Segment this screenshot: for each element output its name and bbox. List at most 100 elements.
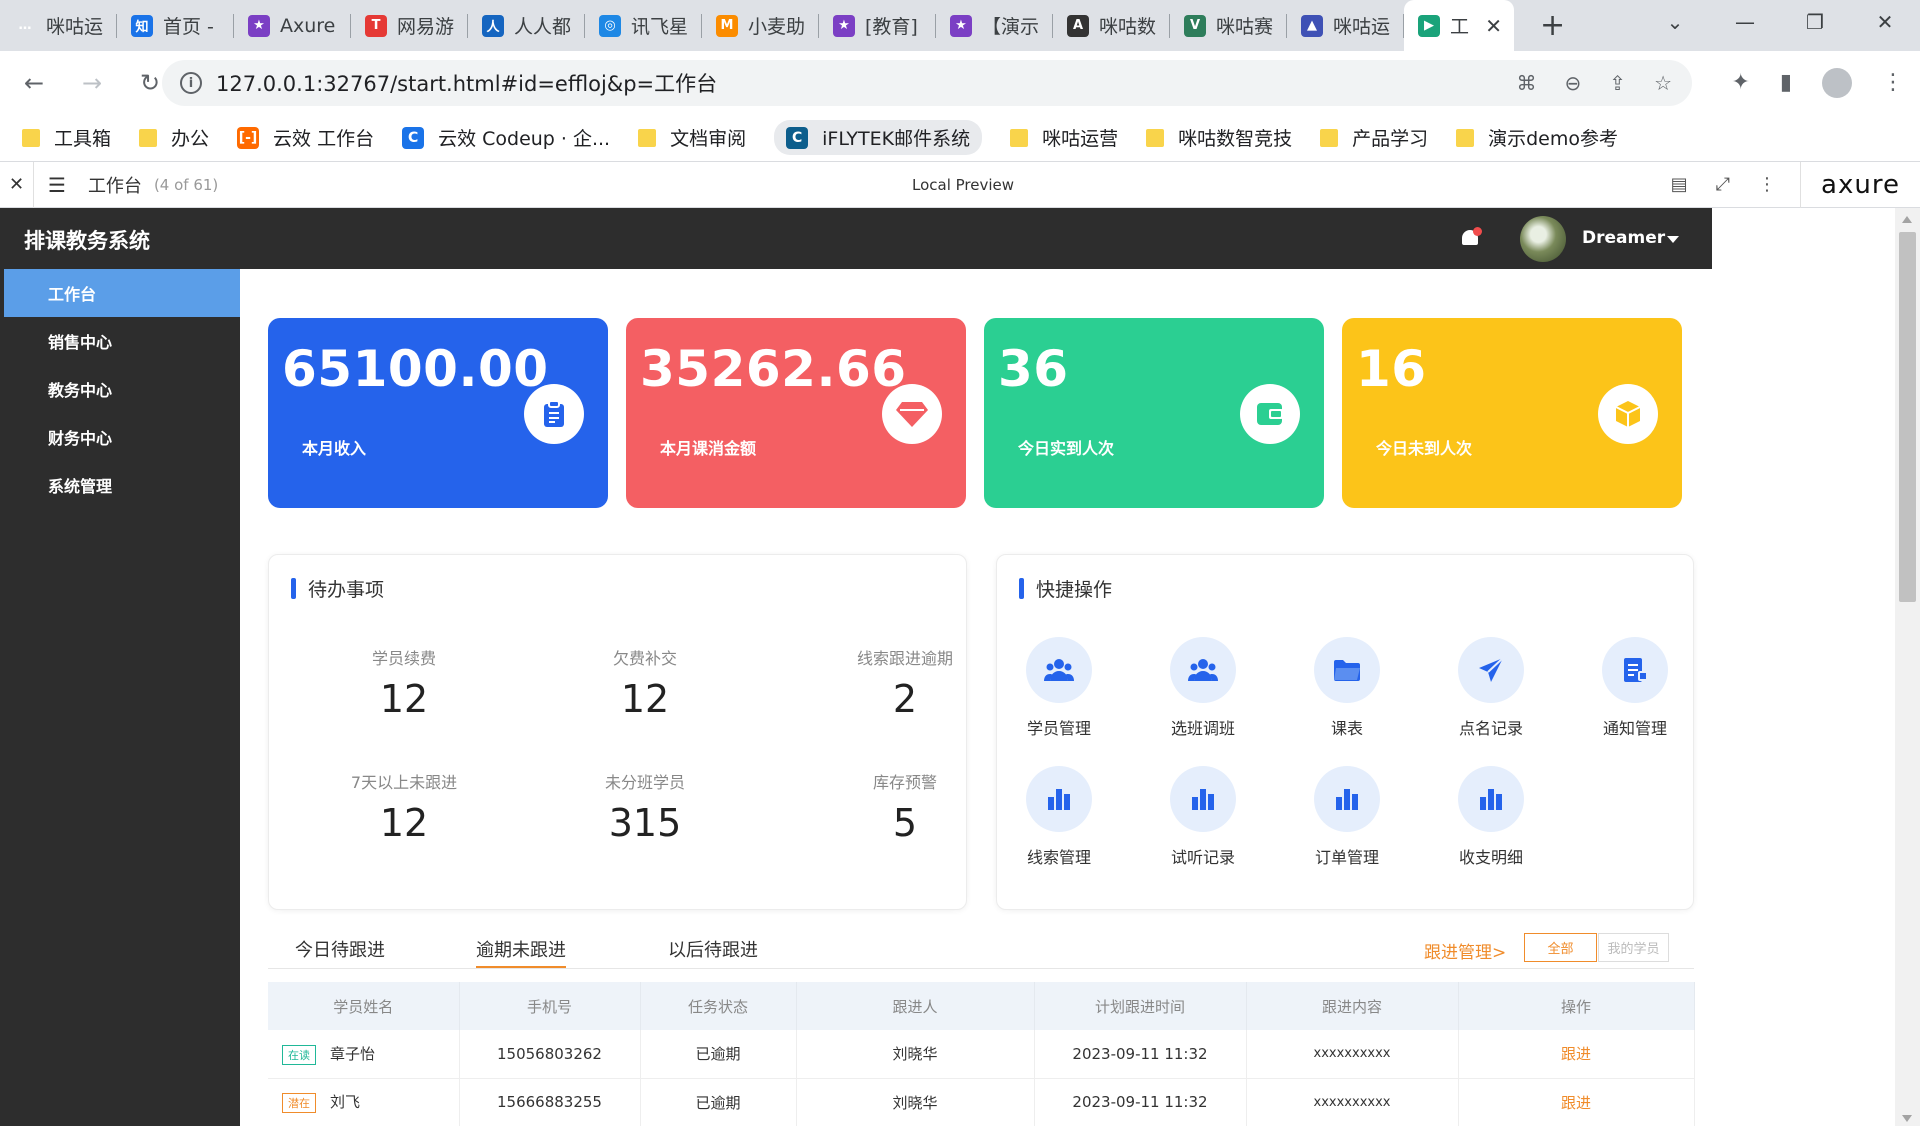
browser-tab[interactable]: V 咪咕赛 bbox=[1170, 0, 1287, 51]
browser-tab[interactable]: ▲ 咪咕运 bbox=[1287, 0, 1404, 51]
todo-panel-title: 待办事项 bbox=[291, 575, 384, 602]
axure-page-name: 工作台 bbox=[87, 175, 142, 197]
profile-avatar[interactable] bbox=[1822, 67, 1852, 98]
bookmark-item[interactable]: CiFLYTEK邮件系统 bbox=[774, 120, 983, 155]
filter-mine-button[interactable]: 我的学员 bbox=[1598, 933, 1669, 962]
bookmark-item[interactable]: [-] 云效 工作台 bbox=[237, 124, 374, 151]
side-panel-icon[interactable]: ▮ bbox=[1780, 70, 1792, 95]
browser-tab[interactable]: … 咪咕运 bbox=[0, 0, 117, 51]
bookmark-star-icon[interactable]: ☆ bbox=[1654, 71, 1672, 95]
todo-item[interactable]: 未分班学员 315 bbox=[545, 769, 745, 845]
back-icon[interactable]: ← bbox=[10, 69, 58, 97]
follower-cell: 刘晓华 bbox=[796, 1030, 1035, 1079]
address-bar[interactable]: i 127.0.0.1:32767/start.html#id=effloj&p… bbox=[162, 60, 1692, 106]
close-sitemap-icon[interactable]: ✕ bbox=[0, 161, 34, 208]
extensions-icon[interactable]: ✦ bbox=[1731, 70, 1749, 95]
quick-action[interactable]: 试听记录 bbox=[1148, 766, 1258, 868]
scroll-up-icon[interactable] bbox=[1902, 216, 1912, 223]
follow-action-link[interactable]: 跟进 bbox=[1561, 1094, 1591, 1112]
close-tab-icon[interactable]: ✕ bbox=[1485, 14, 1502, 38]
browser-tab-title: 小麦助 bbox=[748, 16, 806, 38]
follow-manage-link[interactable]: 跟进管理> bbox=[1424, 938, 1506, 963]
chevron-down-icon[interactable] bbox=[1667, 236, 1679, 243]
more-options-icon[interactable]: ⋮ bbox=[1758, 174, 1776, 195]
local-preview-label: Local Preview bbox=[912, 175, 1015, 194]
filter-all-button[interactable]: 全部 bbox=[1524, 933, 1597, 962]
bookmark-item[interactable]: 产品学习 bbox=[1320, 124, 1428, 151]
minimize-icon[interactable]: — bbox=[1710, 10, 1780, 34]
browser-tab[interactable]: M 小麦助 bbox=[702, 0, 819, 51]
quick-action[interactable]: 点名记录 bbox=[1436, 637, 1546, 739]
phone-cell: 15056803262 bbox=[459, 1030, 641, 1079]
todo-item-value: 5 bbox=[892, 801, 918, 845]
new-tab-button[interactable]: + bbox=[1540, 8, 1565, 43]
translate-icon[interactable]: ⌘ bbox=[1517, 71, 1537, 95]
tab-favicon-icon: 知 bbox=[131, 14, 153, 37]
sidebar-item[interactable]: 财务中心 bbox=[0, 413, 240, 461]
stat-card[interactable]: 35262.66 本月课消金额 bbox=[626, 318, 966, 508]
browser-tab[interactable]: ▶ 工 ✕ bbox=[1404, 0, 1514, 51]
quick-action[interactable]: 学员管理 bbox=[1004, 637, 1114, 739]
notes-icon[interactable]: ▤ bbox=[1671, 174, 1688, 195]
quick-action[interactable]: 选班调班 bbox=[1148, 637, 1258, 739]
page-scrollbar[interactable] bbox=[1895, 208, 1920, 1126]
sidebar-item[interactable]: 教务中心 bbox=[0, 365, 240, 413]
site-info-icon[interactable]: i bbox=[180, 72, 202, 94]
sidebar-item[interactable]: 工作台 bbox=[4, 269, 240, 317]
todo-item-label: 线索跟进逾期 bbox=[856, 649, 953, 668]
sidebar-item[interactable]: 系统管理 bbox=[0, 461, 240, 509]
todo-item[interactable]: 欠费补交 12 bbox=[545, 645, 745, 721]
share-icon[interactable]: ⇪ bbox=[1609, 71, 1626, 95]
inspect-icon[interactable]: ⤢ bbox=[1716, 174, 1730, 195]
browser-tab[interactable]: ★ Axure bbox=[234, 0, 351, 51]
quick-action[interactable]: 收支明细 bbox=[1436, 766, 1546, 868]
todo-item[interactable]: 库存预警 5 bbox=[805, 769, 1005, 845]
bookmark-item[interactable]: 咪咕数智竞技 bbox=[1146, 124, 1292, 151]
follow-action-link[interactable]: 跟进 bbox=[1561, 1045, 1591, 1063]
restore-icon[interactable]: ❐ bbox=[1780, 10, 1850, 34]
quick-action[interactable]: 通知管理 bbox=[1580, 637, 1690, 739]
stat-card[interactable]: 65100.00 本月收入 bbox=[268, 318, 608, 508]
tab-favicon-icon: ★ bbox=[833, 14, 855, 37]
tab-today-follow[interactable]: 今日待跟进 bbox=[295, 936, 385, 962]
sitemap-menu-icon[interactable]: ☰ bbox=[48, 173, 66, 197]
notification-bell-icon[interactable] bbox=[1460, 227, 1482, 249]
browser-tab[interactable]: A 咪咕数 bbox=[1053, 0, 1170, 51]
tab-search-icon[interactable]: ⌄ bbox=[1640, 10, 1710, 34]
bookmark-item[interactable]: 文档审阅 bbox=[638, 124, 746, 151]
browser-tab[interactable]: 人人人都 bbox=[468, 0, 585, 51]
sidebar-item[interactable]: 销售中心 bbox=[0, 317, 240, 365]
wallet-icon bbox=[1240, 384, 1300, 444]
browser-tab[interactable]: T 网易游 bbox=[351, 0, 468, 51]
forward-icon[interactable]: → bbox=[68, 69, 116, 97]
browser-tab[interactable]: 知首页 - bbox=[117, 0, 234, 51]
scrollbar-thumb[interactable] bbox=[1899, 232, 1916, 602]
zoom-icon[interactable]: ⊖ bbox=[1565, 71, 1582, 95]
user-avatar[interactable] bbox=[1520, 216, 1566, 262]
close-window-icon[interactable]: ✕ bbox=[1850, 10, 1920, 34]
scroll-down-icon[interactable] bbox=[1902, 1115, 1912, 1122]
bookmark-item[interactable]: 办公 bbox=[139, 124, 209, 151]
browser-tab[interactable]: ★ [教育] bbox=[819, 0, 936, 51]
browser-menu-icon[interactable]: ⋮ bbox=[1882, 70, 1904, 95]
todo-item[interactable]: 学员续费 12 bbox=[304, 645, 504, 721]
tab-later-follow[interactable]: 以后待跟进 bbox=[668, 936, 758, 962]
quick-action[interactable]: 课表 bbox=[1292, 637, 1402, 739]
bookmark-favicon-icon: C bbox=[786, 126, 809, 149]
quick-action[interactable]: 订单管理 bbox=[1292, 766, 1402, 868]
bookmark-item[interactable]: C 云效 Codeup · 企... bbox=[402, 124, 610, 151]
todo-item[interactable]: 线索跟进逾期 2 bbox=[805, 645, 1005, 721]
stat-card[interactable]: 36 今日实到人次 bbox=[984, 318, 1324, 508]
column-header: 计划跟进时间 bbox=[1034, 982, 1247, 1030]
tab-overdue-follow[interactable]: 逾期未跟进 bbox=[476, 936, 566, 968]
quick-action[interactable]: 线索管理 bbox=[1004, 766, 1114, 868]
user-name[interactable]: Dreamer bbox=[1582, 228, 1665, 248]
bookmark-item[interactable]: 演示demo参考 bbox=[1456, 124, 1618, 151]
todo-item[interactable]: 7天以上未跟进 12 bbox=[304, 769, 504, 845]
todo-item-value: 12 bbox=[620, 677, 670, 721]
browser-tab[interactable]: ★ 【演示 bbox=[936, 0, 1053, 51]
stat-card[interactable]: 16 今日未到人次 bbox=[1342, 318, 1682, 508]
bookmark-item[interactable]: 咪咕运营 bbox=[1010, 124, 1118, 151]
bookmark-item[interactable]: 工具箱 bbox=[22, 124, 111, 151]
browser-tab[interactable]: ◎ 讯飞星 bbox=[585, 0, 702, 51]
